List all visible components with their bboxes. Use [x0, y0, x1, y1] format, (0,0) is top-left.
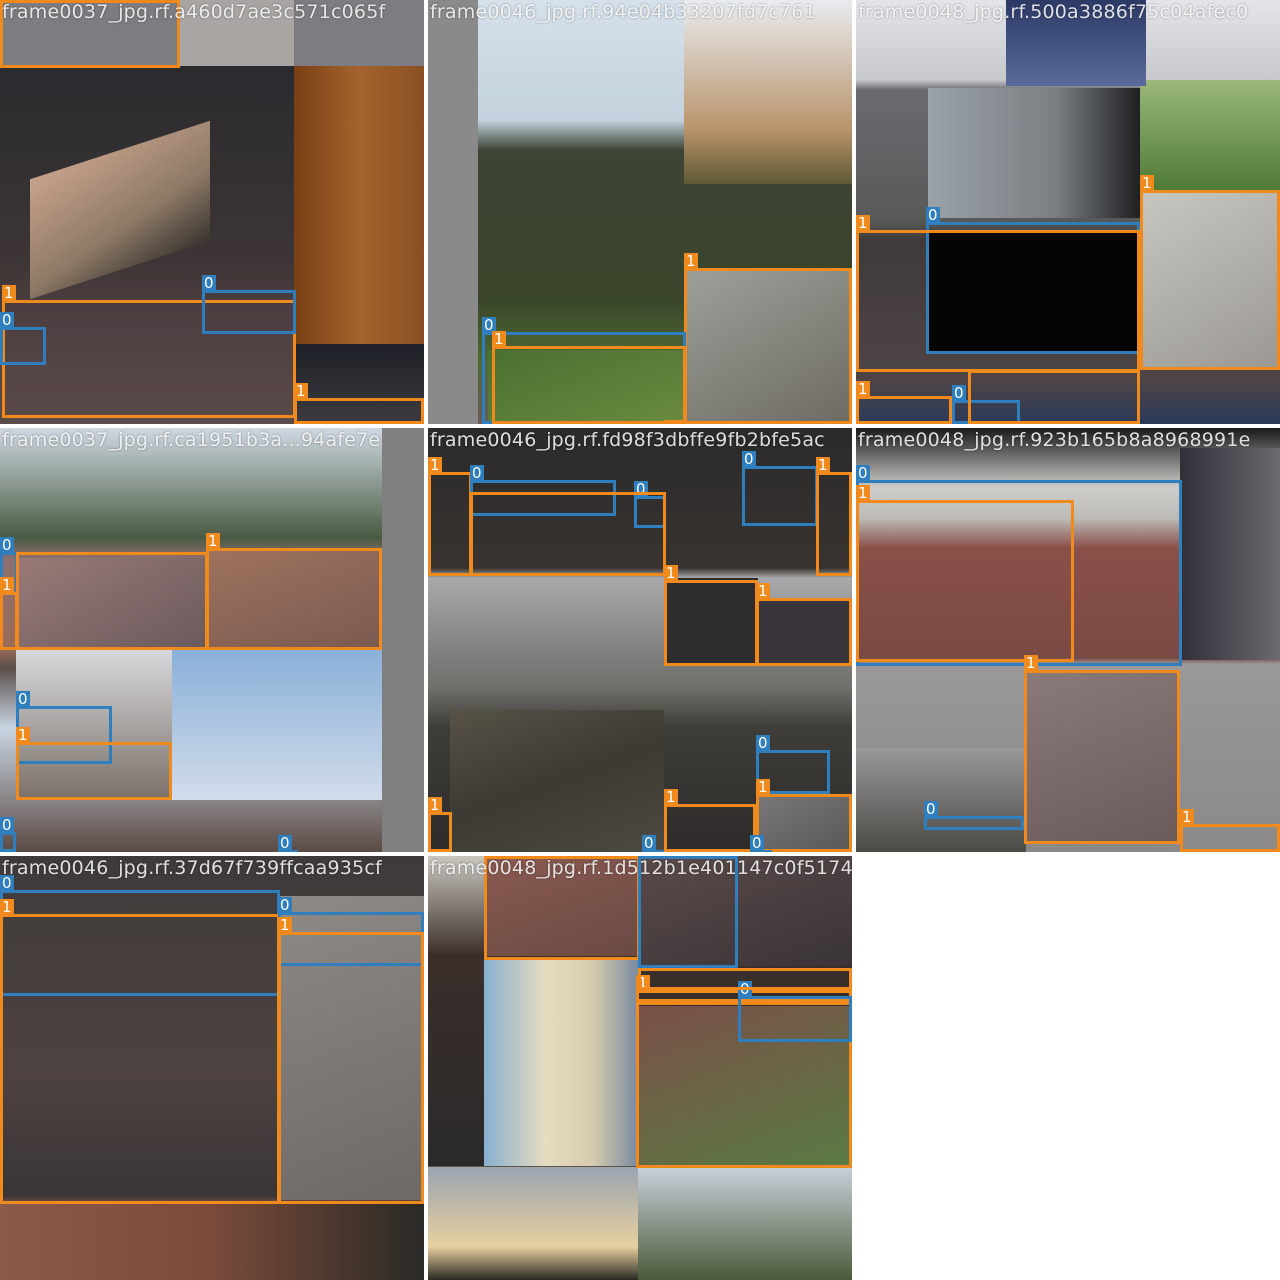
bbox-class-0: 0	[278, 835, 298, 852]
bbox-class-1: 1	[428, 797, 452, 852]
bbox-class-0: 0	[642, 835, 664, 852]
bbox-class-1: 1	[664, 565, 758, 666]
tile-filename: frame0037_jpg.rf.a460d7ae3c571c065f	[2, 1, 386, 23]
tile-filename: frame0037_jpg.rf.ca1951b3a...94afe7e	[2, 429, 381, 451]
mosaic-grid: frame0037_jpg.rf.a460d7ae3c571c065f 1 1 …	[0, 0, 1280, 1280]
tile-filename: frame0048_jpg.rf.923b165b8a8968991e	[858, 429, 1251, 451]
tile-filename: frame0048_jpg.rf.500a3886f75c04afec0	[858, 1, 1249, 23]
bbox-class-1: 1	[968, 370, 1140, 424]
bbox-class-0: 0	[202, 275, 296, 334]
bbox-class-1: 1	[1024, 655, 1180, 844]
bbox-class-1: 1	[294, 383, 424, 424]
bbox-class-0: 0	[738, 981, 852, 1042]
mosaic-tile: frame0037_jpg.rf.ca1951b3a...94afe7e 0 1…	[0, 428, 424, 852]
bbox-class-1: 1	[16, 727, 172, 800]
bbox-class-0: 0	[924, 801, 1024, 830]
bbox-class-1: 1	[0, 577, 18, 650]
bbox-class-1: 1	[664, 789, 756, 852]
mosaic-tile: frame0046_jpg.rf.37d67f739ffcaa935cf 0 1…	[0, 856, 424, 1280]
bbox-class-0: 0	[742, 451, 818, 526]
bbox-class-1: 1	[816, 457, 852, 576]
bbox-class-1: 1	[428, 457, 472, 576]
bbox-class-1: 1	[684, 253, 852, 424]
bbox-class-1: 1	[278, 917, 424, 1204]
mosaic-tile: frame0037_jpg.rf.a460d7ae3c571c065f 1 1 …	[0, 0, 424, 424]
bbox-class-1: 1	[664, 420, 684, 424]
bbox-class-1: 1	[0, 899, 280, 1204]
bbox-class-0: 0	[0, 817, 16, 852]
bbox-class-1: 1	[756, 583, 852, 666]
bbox-class-1: 1	[1180, 809, 1280, 852]
bbox-class-1: 1	[470, 492, 666, 576]
bbox-class-0: 0	[750, 835, 772, 852]
tile-filename: frame0048_jpg.rf.1d512b1e401147c0f517470	[430, 857, 852, 879]
tile-filename: frame0046_jpg.rf.37d67f739ffcaa935cf	[2, 857, 382, 879]
bbox-class-1: 1	[1140, 175, 1280, 370]
bbox-class-1: 1	[492, 331, 686, 424]
mosaic-tile: frame0046_jpg.rf.94e04b33207fd7c761 1 0 …	[428, 0, 852, 424]
mosaic-tile: frame0048_jpg.rf.923b165b8a8968991e 0 1 …	[856, 428, 1280, 852]
bbox-class-1: 1	[756, 779, 852, 852]
mosaic-tile: frame0046_jpg.rf.fd98f3dbffe9fb2bfe5ac 1…	[428, 428, 852, 852]
bbox-class-1: 1	[856, 215, 1140, 372]
tile-filename: frame0046_jpg.rf.94e04b33207fd7c761	[430, 1, 816, 23]
bbox-class-1: 1	[638, 968, 852, 990]
bbox-class-1: 1	[206, 533, 382, 650]
mosaic-tile: frame0048_jpg.rf.500a3886f75c04afec0 1 0…	[856, 0, 1280, 424]
tile-filename: frame0046_jpg.rf.fd98f3dbffe9fb2bfe5ac	[430, 429, 825, 451]
bbox-class-0: 0	[0, 312, 46, 365]
mosaic-tile: frame0048_jpg.rf.1d512b1e401147c0f517470…	[428, 856, 852, 1280]
bbox-class-1: 1	[16, 552, 208, 650]
bbox-class-1: 1	[856, 381, 952, 424]
bbox-class-1: 1	[856, 485, 1074, 662]
